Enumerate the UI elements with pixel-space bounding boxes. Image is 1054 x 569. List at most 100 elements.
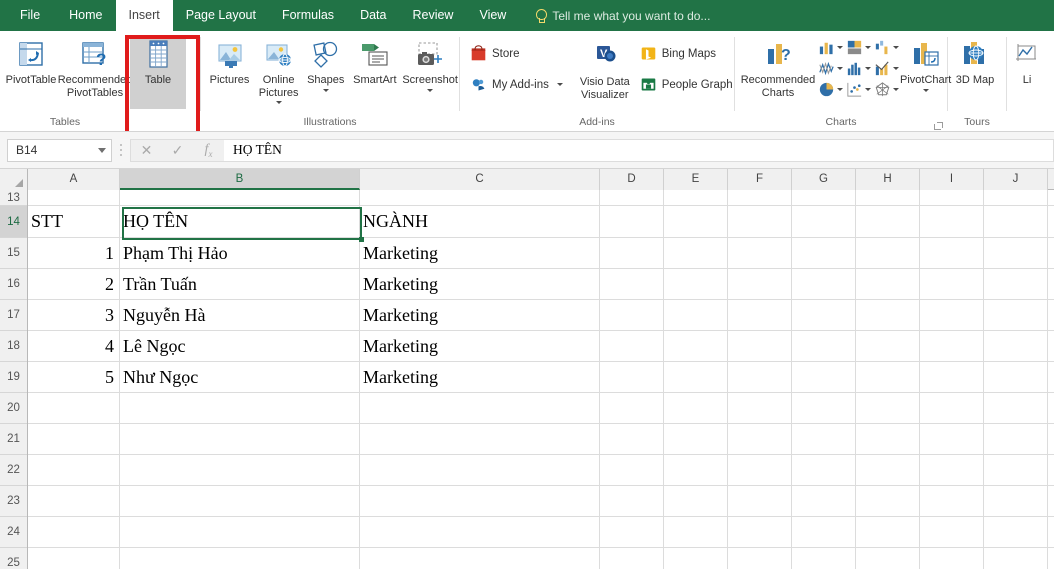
cell-G24[interactable] bbox=[792, 517, 856, 547]
cell-A21[interactable] bbox=[28, 424, 120, 454]
cell-C24[interactable] bbox=[360, 517, 600, 547]
tab-page-layout[interactable]: Page Layout bbox=[173, 0, 269, 31]
cell-H24[interactable] bbox=[856, 517, 920, 547]
cell-D24[interactable] bbox=[600, 517, 664, 547]
cell-E20[interactable] bbox=[664, 393, 728, 423]
cell-D14[interactable] bbox=[600, 206, 664, 237]
table-button[interactable]: Table bbox=[130, 35, 186, 109]
cell-J19[interactable] bbox=[984, 362, 1048, 392]
cell-I15[interactable] bbox=[920, 238, 984, 268]
waterfall-chart-icon[interactable] bbox=[873, 38, 899, 57]
row-header-23[interactable]: 23 bbox=[0, 486, 27, 517]
cell-A22[interactable] bbox=[28, 455, 120, 485]
cell-F13[interactable] bbox=[728, 190, 792, 205]
combo-chart-icon[interactable] bbox=[873, 59, 899, 78]
cell-B25[interactable] bbox=[120, 548, 360, 569]
cell-D22[interactable] bbox=[600, 455, 664, 485]
cell-H22[interactable] bbox=[856, 455, 920, 485]
cell-A17[interactable]: 3 bbox=[28, 300, 120, 330]
cell-G20[interactable] bbox=[792, 393, 856, 423]
cell-B13[interactable] bbox=[120, 190, 360, 205]
cell-B22[interactable] bbox=[120, 455, 360, 485]
cell-G15[interactable] bbox=[792, 238, 856, 268]
chevron-down-icon[interactable] bbox=[427, 88, 434, 92]
tab-file[interactable]: File bbox=[6, 0, 56, 31]
cell-A15[interactable]: 1 bbox=[28, 238, 120, 268]
cell-H15[interactable] bbox=[856, 238, 920, 268]
cell-J15[interactable] bbox=[984, 238, 1048, 268]
cell-F23[interactable] bbox=[728, 486, 792, 516]
store-button[interactable]: Store bbox=[468, 41, 576, 66]
row-header-15[interactable]: 15 bbox=[0, 238, 27, 269]
row-header-25[interactable]: 25 bbox=[0, 548, 27, 569]
cell-J21[interactable] bbox=[984, 424, 1048, 454]
cell-C16[interactable]: Marketing bbox=[360, 269, 600, 299]
cell-F15[interactable] bbox=[728, 238, 792, 268]
cell-E18[interactable] bbox=[664, 331, 728, 361]
tab-view[interactable]: View bbox=[466, 0, 519, 31]
row-header-18[interactable]: 18 bbox=[0, 331, 27, 362]
cell-I13[interactable] bbox=[920, 190, 984, 205]
cell-E25[interactable] bbox=[664, 548, 728, 569]
cell-D16[interactable] bbox=[600, 269, 664, 299]
cell-E15[interactable] bbox=[664, 238, 728, 268]
cell-I16[interactable] bbox=[920, 269, 984, 299]
cell-B20[interactable] bbox=[120, 393, 360, 423]
cell-H16[interactable] bbox=[856, 269, 920, 299]
cancel-icon[interactable]: ✕ bbox=[131, 142, 162, 159]
cell-H17[interactable] bbox=[856, 300, 920, 330]
chevron-down-icon[interactable] bbox=[275, 101, 282, 104]
cell-G17[interactable] bbox=[792, 300, 856, 330]
cell-G16[interactable] bbox=[792, 269, 856, 299]
cell-I22[interactable] bbox=[920, 455, 984, 485]
cell-D23[interactable] bbox=[600, 486, 664, 516]
chevron-down-icon[interactable] bbox=[556, 83, 563, 86]
cell-D15[interactable] bbox=[600, 238, 664, 268]
cell-H14[interactable] bbox=[856, 206, 920, 237]
cell-J23[interactable] bbox=[984, 486, 1048, 516]
column-header-A[interactable]: A bbox=[28, 169, 120, 190]
bar-chart-icon[interactable] bbox=[845, 38, 871, 57]
cell-E21[interactable] bbox=[664, 424, 728, 454]
column-header-E[interactable]: E bbox=[664, 169, 728, 190]
cell-B23[interactable] bbox=[120, 486, 360, 516]
check-icon[interactable]: ✓ bbox=[162, 142, 193, 159]
column-header-G[interactable]: G bbox=[792, 169, 856, 190]
smartart-button[interactable]: SmartArt bbox=[348, 35, 401, 87]
stock-chart-icon[interactable] bbox=[817, 59, 843, 78]
cell-F14[interactable] bbox=[728, 206, 792, 237]
cell-A24[interactable] bbox=[28, 517, 120, 547]
cell-I25[interactable] bbox=[920, 548, 984, 569]
cell-E23[interactable] bbox=[664, 486, 728, 516]
cell-F17[interactable] bbox=[728, 300, 792, 330]
cell-I24[interactable] bbox=[920, 517, 984, 547]
cell-C25[interactable] bbox=[360, 548, 600, 569]
cell-A16[interactable]: 2 bbox=[28, 269, 120, 299]
cell-J16[interactable] bbox=[984, 269, 1048, 299]
tab-insert[interactable]: Insert bbox=[115, 0, 173, 31]
cell-D21[interactable] bbox=[600, 424, 664, 454]
row-header-20[interactable]: 20 bbox=[0, 393, 27, 424]
column-header-F[interactable]: F bbox=[728, 169, 792, 190]
chevron-down-icon[interactable] bbox=[922, 88, 929, 92]
cell-I20[interactable] bbox=[920, 393, 984, 423]
select-all-corner[interactable] bbox=[0, 169, 28, 190]
cell-H21[interactable] bbox=[856, 424, 920, 454]
cell-J14[interactable] bbox=[984, 206, 1048, 237]
formula-input[interactable]: HỌ TÊN bbox=[224, 138, 1054, 162]
cell-B21[interactable] bbox=[120, 424, 360, 454]
cell-I19[interactable] bbox=[920, 362, 984, 392]
row-header-21[interactable]: 21 bbox=[0, 424, 27, 455]
cell-G13[interactable] bbox=[792, 190, 856, 205]
cell-G22[interactable] bbox=[792, 455, 856, 485]
online-pictures-button[interactable]: Online Pictures bbox=[254, 35, 303, 104]
cell-B16[interactable]: Trần Tuấn bbox=[120, 269, 360, 299]
cell-C21[interactable] bbox=[360, 424, 600, 454]
people-graph-button[interactable]: People Graph bbox=[638, 72, 734, 97]
cell-C15[interactable]: Marketing bbox=[360, 238, 600, 268]
cell-C19[interactable]: Marketing bbox=[360, 362, 600, 392]
fx-icon[interactable]: fx bbox=[193, 142, 224, 159]
cell-C17[interactable]: Marketing bbox=[360, 300, 600, 330]
cell-C18[interactable]: Marketing bbox=[360, 331, 600, 361]
row-header-24[interactable]: 24 bbox=[0, 517, 27, 548]
